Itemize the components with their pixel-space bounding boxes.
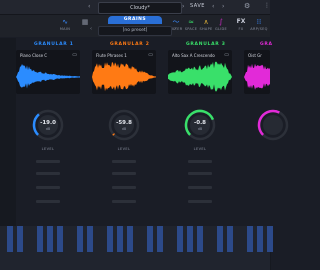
black-key[interactable]	[47, 226, 53, 252]
black-key[interactable]	[217, 226, 223, 252]
granular-4-title: GRA	[260, 42, 273, 47]
black-key[interactable]	[257, 226, 263, 252]
granular-3-sample-name: Alto Sax A Crescendo	[172, 53, 215, 58]
black-key[interactable]	[127, 226, 133, 252]
tab-arp-label: ARP/SEQ	[250, 27, 268, 31]
granular-1-param-slider[interactable]	[36, 160, 60, 163]
granular-3-title: GRANULAR 3	[186, 42, 226, 47]
granular-2-param-slider[interactable]	[112, 200, 136, 203]
main-tab-label: MAIN	[59, 27, 71, 31]
black-key[interactable]	[117, 226, 123, 252]
black-key[interactable]	[177, 226, 183, 252]
granular-4-sample-name: Oist Gr	[248, 53, 262, 58]
black-key[interactable]	[17, 226, 23, 252]
granular-1-param-slider[interactable]	[36, 186, 60, 189]
tab-glide-label: GLIDE	[214, 27, 228, 31]
granular-2-level-unit: dB	[121, 127, 127, 131]
granular-1-level-unit: dB	[45, 127, 51, 131]
granular-3-param-slider[interactable]	[188, 172, 212, 175]
granular-1-param-slider[interactable]	[36, 200, 60, 203]
granular-2-param-slider[interactable]	[112, 186, 136, 189]
tab-glide[interactable]: ∫ GLIDE	[210, 17, 232, 31]
main-tab[interactable]: ∿ MAIN	[54, 17, 76, 31]
black-key[interactable]	[77, 226, 83, 252]
granular-2-param-slider[interactable]	[112, 172, 136, 175]
granular-1-sample-name: Piano Close C	[20, 53, 48, 58]
black-key[interactable]	[7, 226, 13, 252]
folder-icon[interactable]: ▭	[224, 52, 229, 58]
granular-2-waveform	[92, 62, 156, 92]
grid-tab[interactable]: ▦	[74, 17, 96, 27]
top-bar: ⚙ ‹ Cloudy* › SAVE ‹ › ⋮	[0, 0, 270, 15]
granular-2-sample-card[interactable]: Flute Phrases 1 ▭	[92, 50, 156, 94]
left-panel	[0, 38, 16, 226]
granular-1-knob-label: LEVEL	[41, 147, 55, 151]
grid-icon: ▦	[81, 18, 89, 26]
granular-2-title: GRANULAR 2	[110, 42, 150, 47]
granular-1-level-value: -19.0	[40, 120, 56, 126]
granular-4-waveform	[244, 63, 270, 90]
granular-3-param-slider[interactable]	[188, 186, 212, 189]
granular-3-knob-label: LEVEL	[193, 147, 207, 151]
black-key[interactable]	[267, 226, 273, 252]
black-key[interactable]	[37, 226, 43, 252]
granular-3-level-unit: dB	[197, 127, 203, 131]
granular-3-level-value: -0.8	[193, 120, 207, 126]
granular-2-param-slider[interactable]	[112, 160, 136, 163]
waveform-icon: ∿	[62, 18, 68, 26]
granular-4-level-knob[interactable]	[256, 108, 290, 142]
knob-ring	[257, 109, 289, 141]
next-preset-arrow[interactable]: ›	[182, 3, 184, 10]
black-key[interactable]	[227, 226, 233, 252]
black-key[interactable]	[157, 226, 163, 252]
preset-nav-prev[interactable]: ‹	[212, 3, 214, 10]
arp-icon: ⁞⁞	[256, 18, 262, 26]
grains-tab-label: GRAINS	[123, 17, 147, 22]
black-key[interactable]	[147, 226, 153, 252]
granular-1-sample-card[interactable]: Piano Close C ▭	[16, 50, 80, 94]
black-key[interactable]	[187, 226, 193, 252]
granular-4-sample-card[interactable]: Oist Gr	[244, 50, 270, 94]
menu-icon[interactable]: ⋮	[264, 2, 270, 9]
black-key[interactable]	[107, 226, 113, 252]
piano-keyboard[interactable]	[0, 226, 273, 270]
preset-nav-next[interactable]: ›	[222, 3, 224, 10]
granular-1-waveform	[16, 64, 80, 89]
folder-icon[interactable]: ▭	[148, 52, 153, 58]
grain-preset-field[interactable]: [no preset]	[98, 26, 172, 36]
folder-icon[interactable]: ▭	[72, 52, 77, 58]
glide-icon: ∫	[219, 18, 223, 26]
grains-tab[interactable]: GRAINS	[108, 16, 162, 24]
granular-1-title: GRANULAR 1	[34, 42, 74, 47]
granular-2-level-knob[interactable]: -59.8 dB	[107, 108, 141, 142]
granular-3-waveform	[168, 61, 232, 92]
save-button[interactable]: SAVE	[190, 3, 205, 9]
sub-next-arrow[interactable]: ›	[174, 26, 176, 32]
granular-3-sample-card[interactable]: Alto Sax A Crescendo ▭	[168, 50, 232, 94]
sub-prev-arrow[interactable]: ‹	[90, 26, 92, 32]
black-key[interactable]	[87, 226, 93, 252]
tab-arp[interactable]: ⁞⁞ ARP/SEQ	[248, 17, 270, 31]
granular-1-level-knob[interactable]: -19.0 dB	[31, 108, 65, 142]
granular-1-param-slider[interactable]	[36, 172, 60, 175]
black-key[interactable]	[197, 226, 203, 252]
granular-2-sample-name: Flute Phrases 1	[96, 53, 127, 58]
granular-2-knob-label: LEVEL	[117, 147, 131, 151]
granular-3-param-slider[interactable]	[188, 160, 212, 163]
prev-preset-arrow[interactable]: ‹	[88, 3, 90, 10]
granular-2-level-value: -59.8	[116, 120, 132, 126]
gear-icon[interactable]: ⚙	[244, 2, 250, 10]
black-key[interactable]	[57, 226, 63, 252]
black-key[interactable]	[247, 226, 253, 252]
preset-name-field[interactable]: Cloudy*	[98, 2, 182, 14]
granular-3-level-knob[interactable]: -0.8 dB	[183, 108, 217, 142]
granular-3-param-slider[interactable]	[188, 200, 212, 203]
